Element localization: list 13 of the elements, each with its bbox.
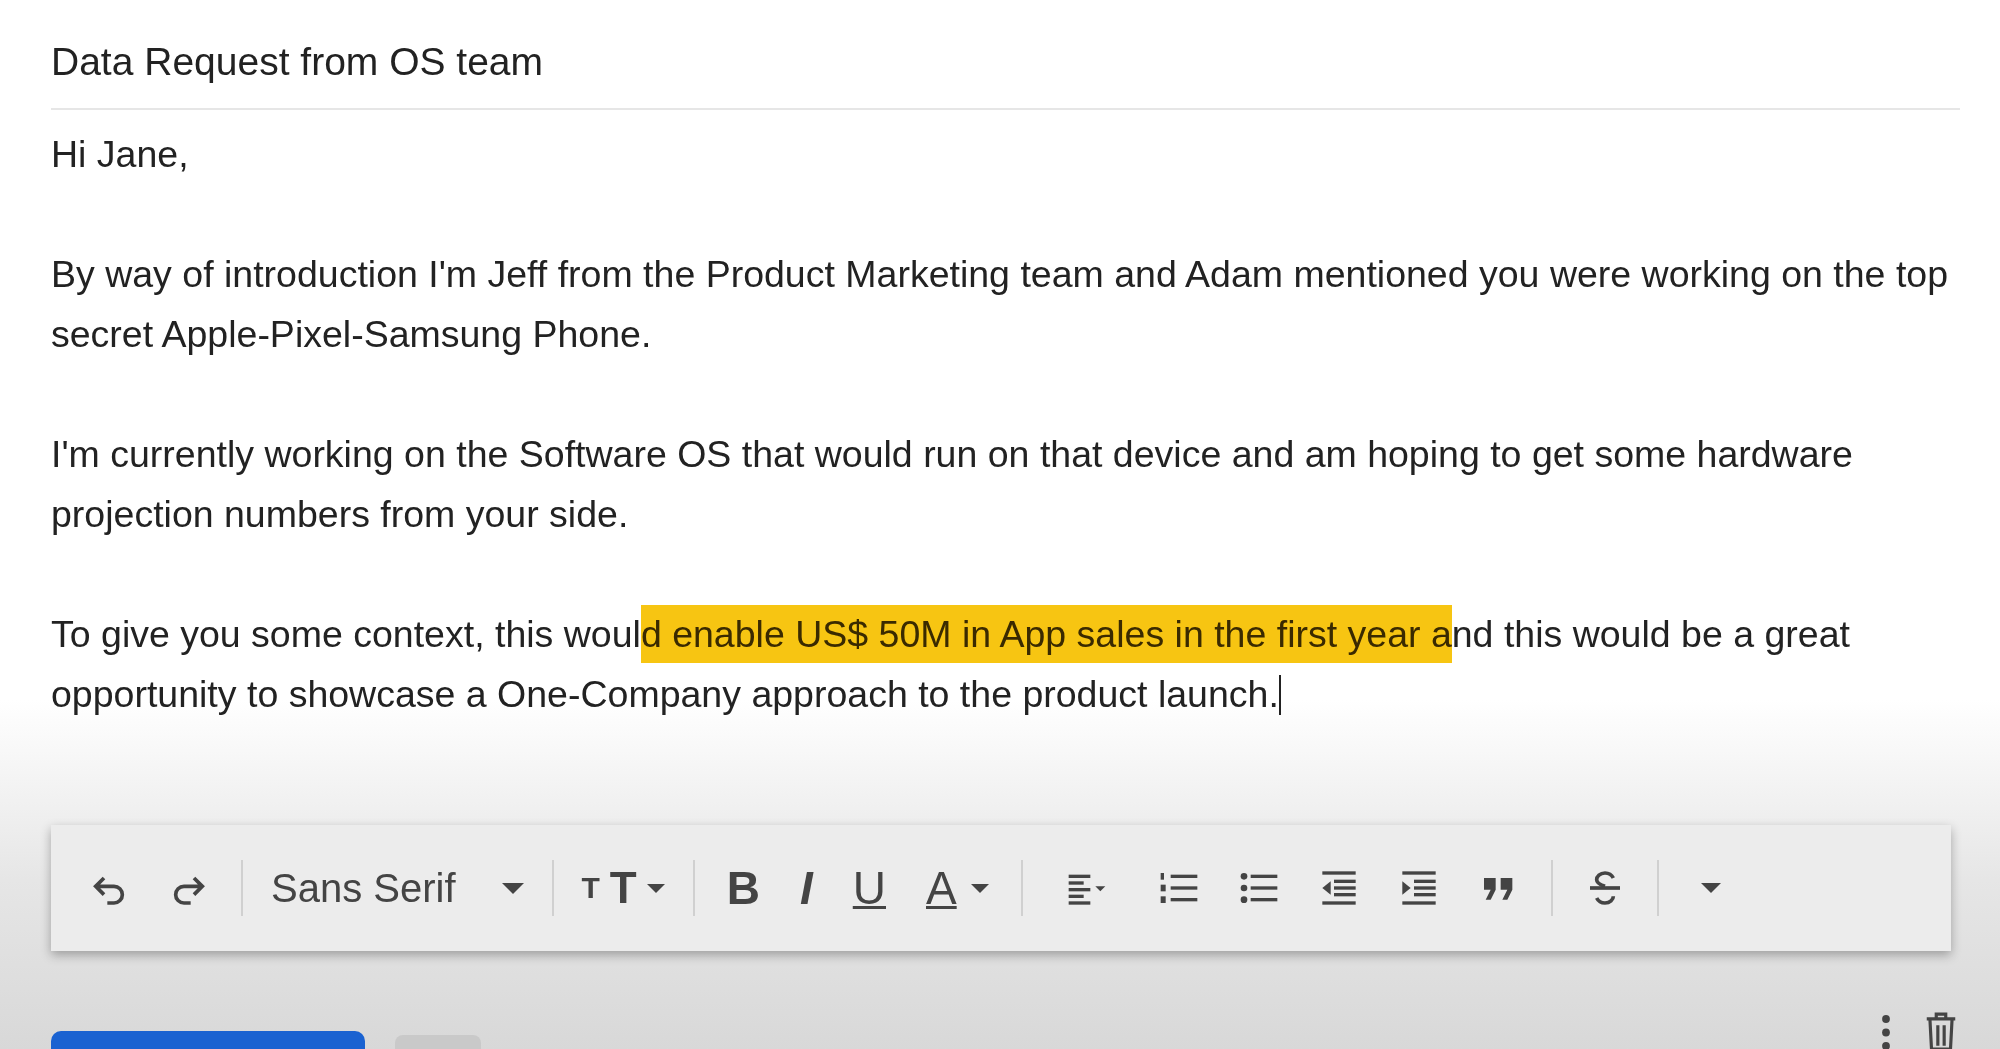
caret-icon — [501, 882, 524, 894]
caret-icon — [970, 883, 989, 893]
underline-button[interactable]: U — [838, 855, 900, 921]
caret-icon — [646, 883, 665, 893]
italic-button[interactable]: I — [786, 855, 827, 921]
bold-button[interactable]: B — [712, 855, 774, 921]
subject-line[interactable]: Data Request from OS team — [51, 28, 1960, 110]
paragraph: I'm currently working on the Software OS that would run on that device and am hoping to get some hardware projection numbers from your side. — [51, 432, 1854, 537]
text-color-button[interactable]: A — [912, 855, 1003, 921]
paragraph: By way of introduction I'm Jeff from the Product Marketing team and Adam mentioned you were working on the top secret Apple-Pixel-Samsung Phone. — [51, 252, 1950, 357]
font-dropdown[interactable]: Sans Serif — [261, 859, 534, 917]
paragraph: Hi Jane, — [51, 132, 190, 177]
more-options-icon[interactable] — [1880, 1013, 1892, 1049]
